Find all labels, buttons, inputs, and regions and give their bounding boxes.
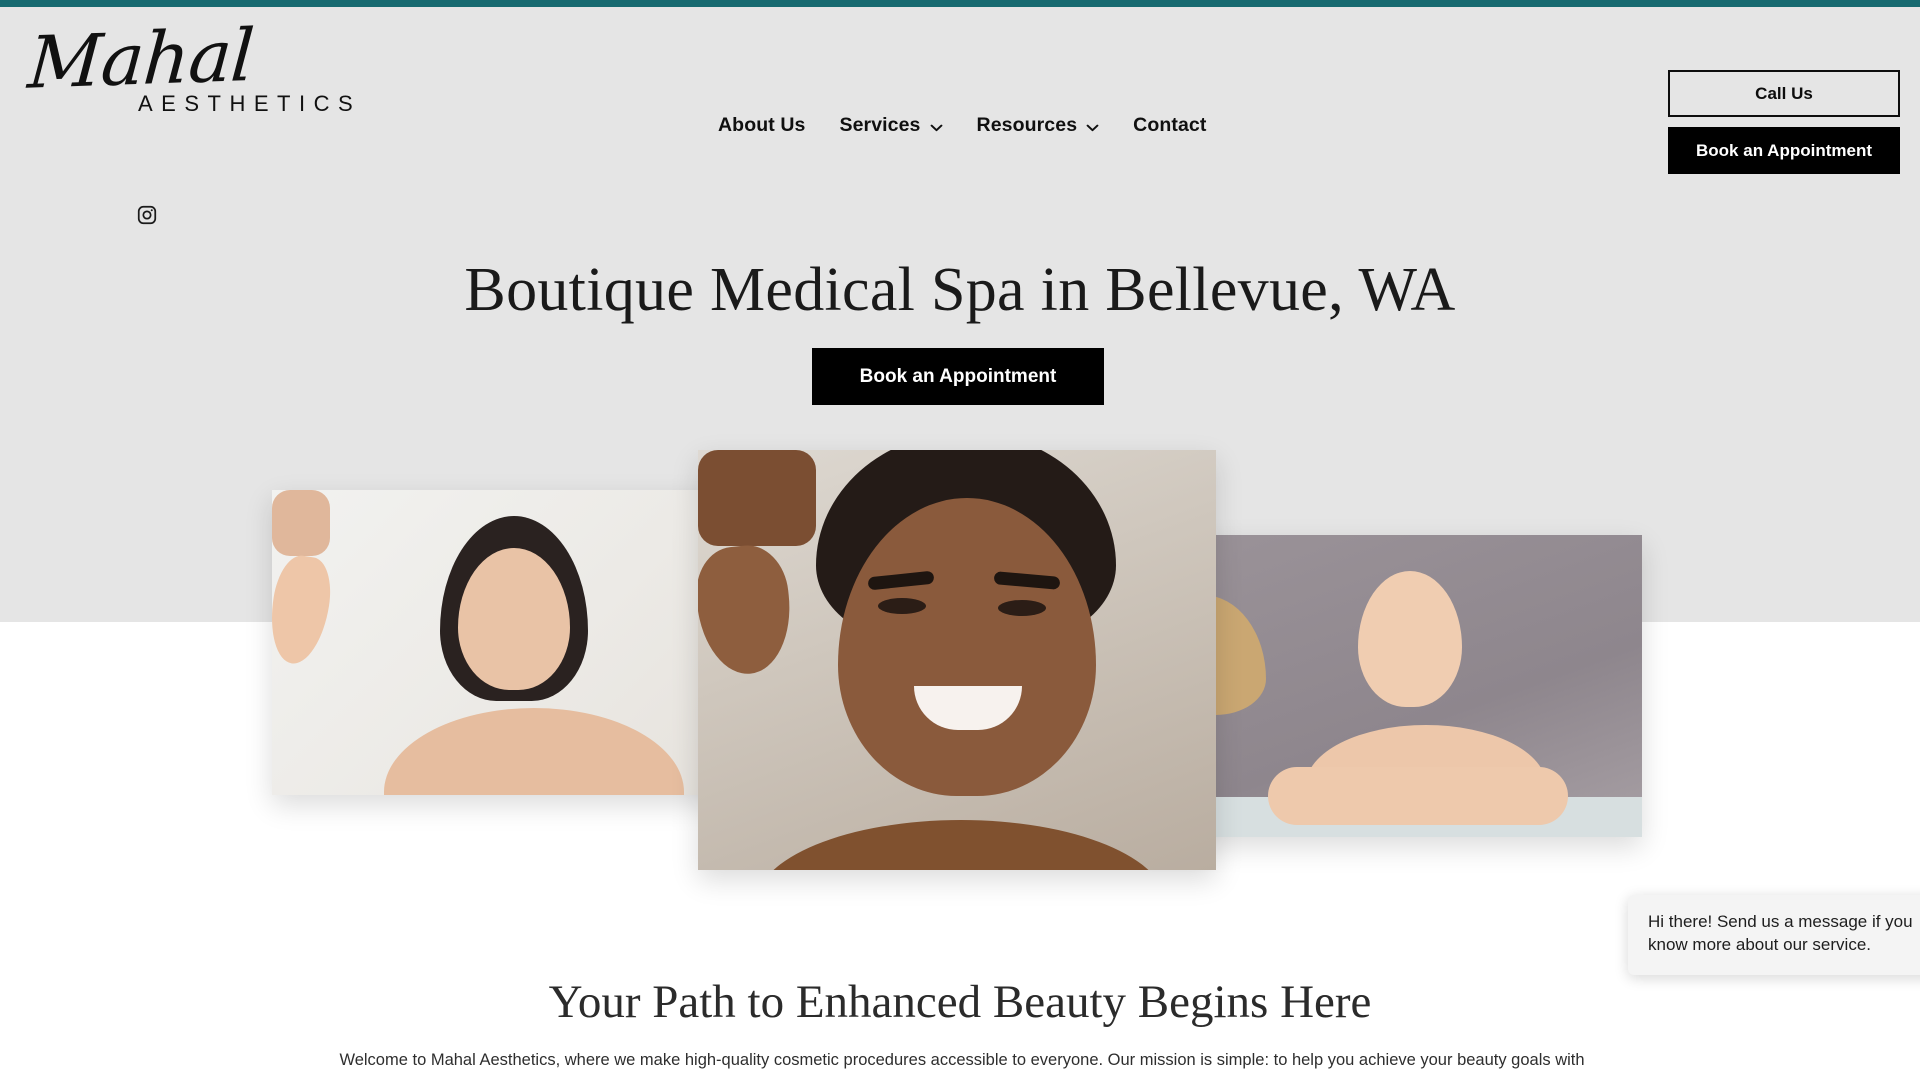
hero-title: Boutique Medical Spa in Bellevue, WA [464, 256, 1456, 324]
hero-photo-collage [0, 450, 1920, 900]
photo-detail [1358, 571, 1462, 707]
nav-label: Contact [1133, 114, 1207, 136]
chevron-down-icon [1086, 124, 1099, 131]
chevron-down-icon [930, 124, 942, 131]
photo-detail [272, 490, 330, 556]
site-header: Mahal AESTHETICS About Us Services Resou… [0, 7, 1920, 225]
intro-section-body: Welcome to Mahal Aesthetics, where we ma… [339, 1051, 1585, 1069]
hero-photo-left [272, 490, 762, 795]
photo-detail [272, 552, 337, 668]
photo-detail [878, 598, 926, 614]
photo-detail [756, 820, 1166, 870]
call-us-button[interactable]: Call Us [1668, 70, 1900, 117]
header-cta-group: Call Us Book an Appointment [1668, 70, 1900, 174]
nav-item-services[interactable]: Services [839, 114, 942, 137]
chat-widget-message[interactable]: Hi there! Send us a message if you know … [1628, 895, 1920, 975]
nav-item-resources[interactable]: Resources [977, 114, 1100, 137]
intro-section-heading: Your Path to Enhanced Beauty Begins Here [548, 976, 1372, 1028]
main-navigation: About Us Services Resources Contact [718, 114, 1206, 137]
nav-label: Services [839, 114, 921, 136]
logo-script-text: Mahal [25, 13, 257, 105]
site-logo[interactable]: Mahal AESTHETICS [20, 13, 352, 149]
nav-item-about-us[interactable]: About Us [718, 114, 805, 137]
photo-detail [698, 450, 816, 546]
photo-detail [698, 541, 797, 679]
photo-detail [1268, 767, 1568, 825]
hero-photo-center [698, 450, 1216, 870]
social-links [136, 204, 158, 226]
top-accent-bar [0, 0, 1920, 7]
instagram-link[interactable] [136, 204, 158, 226]
nav-label: Resources [976, 114, 1078, 136]
instagram-icon [137, 205, 157, 225]
photo-detail [998, 600, 1046, 616]
photo-detail [384, 708, 684, 795]
nav-label: About Us [718, 114, 806, 136]
book-appointment-button-hero[interactable]: Book an Appointment [812, 348, 1104, 405]
book-appointment-button-header[interactable]: Book an Appointment [1668, 127, 1900, 174]
nav-item-contact[interactable]: Contact [1133, 114, 1206, 137]
